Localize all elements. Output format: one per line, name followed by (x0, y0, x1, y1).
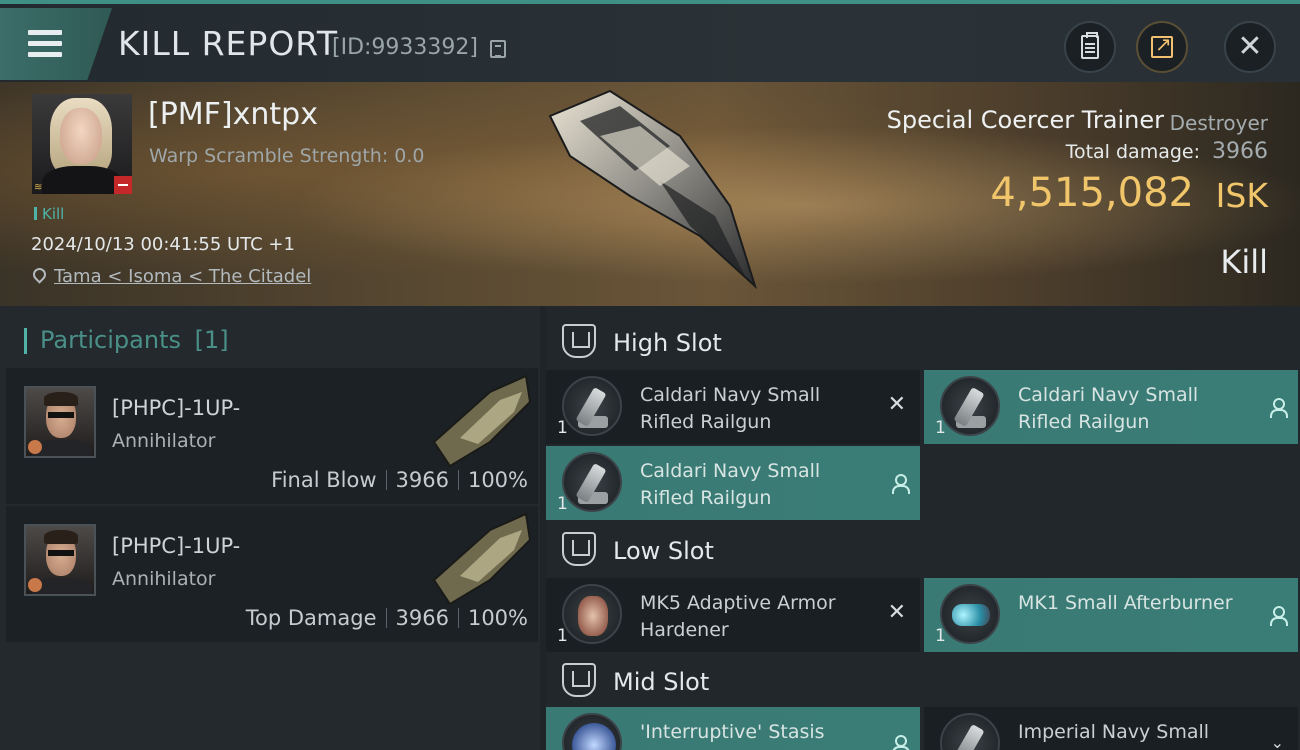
module-name: Caldari Navy Small Rifled Railgun (640, 384, 821, 433)
module-quantity: 1 (557, 418, 568, 438)
kill-tag: Kill (34, 205, 64, 223)
destroyed-icon: ✕ (887, 392, 906, 417)
module-item[interactable]: 1 MK5 Adaptive Armor Hardener ✕ (546, 578, 920, 652)
report-id: [ID:9933392] (332, 35, 478, 60)
participant-ship-image[interactable] (430, 510, 534, 606)
mid-slot-header: Mid Slot (546, 648, 1300, 712)
close-icon: ✕ (1237, 29, 1263, 64)
module-name: Caldari Navy Small Rifled Railgun (640, 460, 821, 509)
participant-role: Final Blow (271, 468, 377, 492)
warp-scramble-strength: Warp Scramble Strength: 0.0 (149, 145, 425, 167)
total-damage-label: Total damage: (1065, 141, 1200, 163)
victim-ship-name[interactable]: Special Coercer Trainer (887, 106, 1164, 134)
kill-timestamp: 2024/10/13 00:41:55 UTC +1 (31, 234, 295, 255)
participant-percent: 100% (467, 606, 528, 630)
module-name: 'Interruptive' Stasis (640, 721, 825, 743)
menu-button[interactable] (0, 8, 112, 80)
fitting-panel: High Slot 1 Caldari Navy Small Rifled Ra… (546, 306, 1300, 750)
low-slot-header: Low Slot (546, 517, 1300, 581)
stasis-web-icon (562, 713, 622, 750)
close-button[interactable]: ✕ (1224, 21, 1276, 73)
victim-ship-image[interactable] (540, 86, 760, 296)
kill-result: Kill (1220, 243, 1268, 281)
copy-icon[interactable] (490, 40, 506, 58)
module-name: Caldari Navy Small Rifled Railgun (1018, 384, 1199, 433)
participant-portrait[interactable] (24, 524, 96, 596)
isk-value: 4,515,082 (990, 170, 1194, 216)
participant-name: [PHPC]-1UP- (112, 534, 241, 558)
module-quantity: 1 (935, 418, 946, 438)
module-item[interactable]: 1 Caldari Navy Small Rifled Railgun (546, 446, 920, 520)
railgun-icon (940, 376, 1000, 436)
victim-ship-class: Destroyer (1169, 111, 1268, 135)
share-icon (1151, 32, 1173, 58)
participant-card[interactable]: [PHPC]-1UP- Annihilator Final Blow 3966 10… (6, 368, 538, 504)
participants-count: [1] (194, 326, 229, 354)
dropped-icon (892, 735, 910, 750)
participant-portrait[interactable] (24, 386, 96, 458)
security-status-icon (114, 176, 132, 194)
module-name: Imperial Navy Small (1018, 721, 1210, 743)
dropped-icon (1270, 398, 1288, 418)
dropped-icon (1270, 606, 1288, 626)
participant-name: [PHPC]-1UP- (112, 396, 241, 420)
participant-ship: Annihilator (112, 568, 216, 590)
page-title: KILL REPORT (118, 24, 338, 63)
armor-hardener-icon (562, 584, 622, 644)
participant-card[interactable]: [PHPC]-1UP- Annihilator Top Damage 3966 10… (6, 506, 538, 642)
header: KILL REPORT [ID:9933392] ✕ (0, 0, 1300, 82)
high-slot-icon (562, 324, 596, 358)
module-item[interactable]: 1 MK1 Small Afterburner (924, 578, 1298, 652)
corp-logo-icon: ≋ (34, 182, 43, 193)
share-button[interactable] (1136, 21, 1188, 73)
module-quantity: 1 (557, 626, 568, 646)
participant-role: Top Damage (245, 606, 377, 630)
low-slot-icon (562, 532, 596, 566)
module-name: MK5 Adaptive Armor Hardener (640, 592, 836, 641)
clipboard-button[interactable] (1064, 21, 1116, 73)
participant-damage: 3966 (395, 606, 449, 630)
laser-icon (940, 713, 1000, 750)
afterburner-icon (940, 584, 1000, 644)
high-slot-header: High Slot (546, 309, 1300, 373)
victim-portrait[interactable]: ≋ (32, 94, 132, 194)
participants-title: Participants [1] (24, 326, 229, 354)
participant-damage: 3966 (395, 468, 449, 492)
module-name: MK1 Small Afterburner (1018, 592, 1233, 614)
railgun-icon (562, 376, 622, 436)
participants-panel: Participants [1] [PHPC]-1UP- Annihilator… (0, 306, 540, 750)
dropped-icon (892, 474, 910, 494)
module-item[interactable]: Imperial Navy Small ⌄ (924, 707, 1298, 750)
participant-stats: Final Blow 3966 100% (271, 468, 528, 492)
destroyed-icon: ✕ (887, 600, 906, 625)
participant-ship: Annihilator (112, 430, 216, 452)
module-item[interactable]: 1 Caldari Navy Small Rifled Railgun (924, 370, 1298, 444)
total-damage-value: 3966 (1212, 139, 1268, 164)
clipboard-icon (1081, 32, 1099, 59)
victim-name[interactable]: [PMF]xntpx (148, 97, 318, 132)
chevron-down-icon: ⌄ (1270, 733, 1284, 750)
mid-slot-icon (562, 663, 596, 697)
module-item[interactable]: 'Interruptive' Stasis (546, 707, 920, 750)
module-quantity: 1 (557, 494, 568, 514)
module-quantity: 1 (935, 626, 946, 646)
participant-stats: Top Damage 3966 100% (246, 606, 528, 630)
menu-icon (28, 30, 62, 63)
railgun-icon (562, 452, 622, 512)
module-item[interactable]: 1 Caldari Navy Small Rifled Railgun ✕ (546, 370, 920, 444)
isk-unit: ISK (1215, 176, 1268, 215)
participant-percent: 100% (467, 468, 528, 492)
participant-ship-image[interactable] (430, 372, 534, 468)
kill-location-link[interactable]: Tama < Isoma < The Citadel (54, 266, 311, 287)
